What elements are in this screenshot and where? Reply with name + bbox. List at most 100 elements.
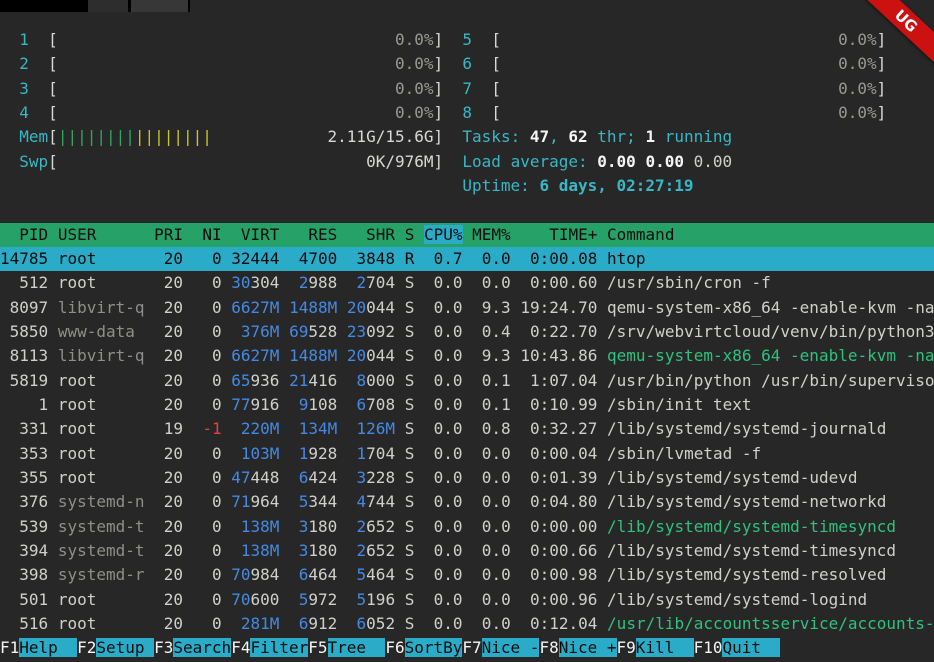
virt-cell: 32444 (231, 249, 279, 268)
fkey-search[interactable]: F3Search (154, 638, 231, 657)
process-row[interactable]: 355 root 20 0 47448 6424 3228 S 0.0 0.0 … (0, 466, 934, 490)
meter-close-bracket: ] (434, 127, 444, 146)
res-cell: 2988 (289, 273, 337, 292)
command-cell: qemu-system-x86_64 -enable-kvm -na (607, 298, 934, 317)
virt-cell: 30304 (231, 273, 279, 292)
column-header-pid[interactable]: PID (0, 225, 48, 244)
pid-cell: 5819 (0, 371, 48, 390)
shr-cell: 2704 (347, 273, 395, 292)
state-cell: S (405, 371, 415, 390)
time-cell: 0:32.27 (520, 419, 597, 438)
column-header-virt[interactable]: VIRT (231, 225, 279, 244)
command-cell: htop (607, 249, 646, 268)
load-1min: 0.00 (597, 152, 645, 171)
user-cell: libvirt-q (58, 298, 145, 317)
column-header-res[interactable]: RES (289, 225, 337, 244)
res-cell: 5344 (289, 492, 337, 511)
cpu-percent-cell: 0.0 (424, 419, 463, 438)
meter-open-bracket: [ (48, 103, 58, 122)
column-header-pri[interactable]: PRI (154, 225, 183, 244)
process-row[interactable]: 516 root 20 0 281M 6912 6052 S 0.0 0.0 0… (0, 612, 934, 636)
fkey-filter[interactable]: F4Filter (231, 638, 308, 657)
column-header-user[interactable]: USER (58, 225, 145, 244)
process-row[interactable]: 353 root 20 0 103M 1928 1704 S 0.0 0.0 0… (0, 442, 934, 466)
mem-percent-cell: 0.0 (472, 517, 511, 536)
virt-cell: 77916 (231, 395, 279, 414)
priority-cell: 20 (154, 249, 183, 268)
shr-cell: 6052 (347, 614, 395, 633)
fkey-kill[interactable]: F9Kill (617, 638, 694, 657)
fkey-nice-[interactable]: F8Nice + (539, 638, 616, 657)
fkey-quit[interactable]: F10Quit (694, 638, 781, 657)
cpu4-value: 0.0% (395, 103, 434, 122)
process-row[interactable]: 8097 libvirt-q 20 0 6627M 1488M 20044 S … (0, 296, 934, 320)
column-header-cpu[interactable]: CPU% (424, 225, 463, 244)
process-row[interactable]: 331 root 19 -1 220M 134M 126M S 0.0 0.8 … (0, 417, 934, 441)
cpu-percent-cell: 0.0 (424, 565, 463, 584)
state-cell: S (405, 590, 415, 609)
mem-percent-cell: 0.0 (472, 541, 511, 560)
column-header-mem[interactable]: MEM% (472, 225, 511, 244)
f5-action-label: Tree (328, 638, 386, 657)
res-cell: 1928 (289, 444, 337, 463)
process-row[interactable]: 8113 libvirt-q 20 0 6627M 1488M 20044 S … (0, 344, 934, 368)
mem-percent-cell: 0.8 (472, 419, 511, 438)
user-cell: root (58, 590, 145, 609)
command-cell: /lib/systemd/systemd-networkd (607, 492, 886, 511)
cpu-percent-cell: 0.0 (424, 444, 463, 463)
swp-meter-value: 0K/976M (366, 152, 433, 171)
cpu-meter-row: 1 [ 0.0%] 5 [ 0.0%] (0, 28, 934, 52)
process-row[interactable]: 539 systemd-t 20 0 138M 3180 2652 S 0.0 … (0, 515, 934, 539)
pid-cell: 8113 (0, 346, 48, 365)
nice-cell: 0 (193, 541, 222, 560)
process-row[interactable]: 512 root 20 0 30304 2988 2704 S 0.0 0.0 … (0, 271, 934, 295)
pid-cell: 376 (0, 492, 48, 511)
pid-cell: 394 (0, 541, 48, 560)
fkey-tree[interactable]: F5Tree (308, 638, 385, 657)
command-cell: /sbin/init text (607, 395, 752, 414)
res-cell: 9108 (289, 395, 337, 414)
virt-cell: 65936 (231, 371, 279, 390)
f10-key-label: F10 (694, 638, 723, 657)
column-header-ni[interactable]: NI (193, 225, 222, 244)
cpu-percent-cell: 0.0 (424, 371, 463, 390)
process-row[interactable]: 1 root 20 0 77916 9108 6708 S 0.0 0.1 0:… (0, 393, 934, 417)
state-cell: S (405, 298, 415, 317)
state-cell: S (405, 346, 415, 365)
process-row[interactable]: 501 root 20 0 70600 5972 5196 S 0.0 0.0 … (0, 588, 934, 612)
user-cell: root (58, 371, 145, 390)
fkey-sortby[interactable]: F6SortBy (385, 638, 462, 657)
user-cell: root (58, 614, 145, 633)
column-header-cmd[interactable]: Command (607, 225, 674, 244)
process-row[interactable]: 398 systemd-r 20 0 70984 6464 5464 S 0.0… (0, 563, 934, 587)
process-row[interactable]: 5850 www-data 20 0 376M 69528 23092 S 0.… (0, 320, 934, 344)
fkey-help[interactable]: F1Help (0, 638, 77, 657)
f8-action-label: Nice + (559, 638, 617, 657)
virt-cell: 70600 (231, 590, 279, 609)
shr-cell: 4744 (347, 492, 395, 511)
process-row[interactable]: 14785 root 20 0 32444 4700 3848 R 0.7 0.… (0, 247, 934, 271)
cpu-meter-4-label: 4 (19, 103, 48, 122)
user-cell: www-data (58, 322, 145, 341)
meter-close-bracket: ] (434, 79, 444, 98)
priority-cell: 20 (154, 346, 183, 365)
fkey-nice-[interactable]: F7Nice - (462, 638, 539, 657)
command-cell: /usr/bin/python /usr/bin/superviso (607, 371, 934, 390)
mem-percent-cell: 0.1 (472, 371, 511, 390)
virt-cell: 6627M (231, 298, 279, 317)
nice-cell: 0 (193, 590, 222, 609)
process-row[interactable]: 394 systemd-t 20 0 138M 3180 2652 S 0.0 … (0, 539, 934, 563)
f6-action-label: SortBy (405, 638, 463, 657)
priority-cell: 20 (154, 273, 183, 292)
column-header-s[interactable]: S (405, 225, 415, 244)
terminal-content: 1 [ 0.0%] 5 [ 0.0%] 2 [ 0.0%] 6 [ 0.0%] … (0, 12, 934, 661)
shr-cell: 2652 (347, 541, 395, 560)
column-header-shr[interactable]: SHR (347, 225, 395, 244)
cpu-percent-cell: 0.0 (424, 298, 463, 317)
process-row[interactable]: 376 systemd-n 20 0 71964 5344 4744 S 0.0… (0, 490, 934, 514)
fkey-setup[interactable]: F2Setup (77, 638, 154, 657)
column-header-time[interactable]: TIME+ (520, 225, 597, 244)
process-row[interactable]: 5819 root 20 0 65936 21416 8000 S 0.0 0.… (0, 369, 934, 393)
uptime-row: Uptime: 6 days, 02:27:19 (0, 174, 934, 198)
time-cell: 1:07.04 (520, 371, 597, 390)
